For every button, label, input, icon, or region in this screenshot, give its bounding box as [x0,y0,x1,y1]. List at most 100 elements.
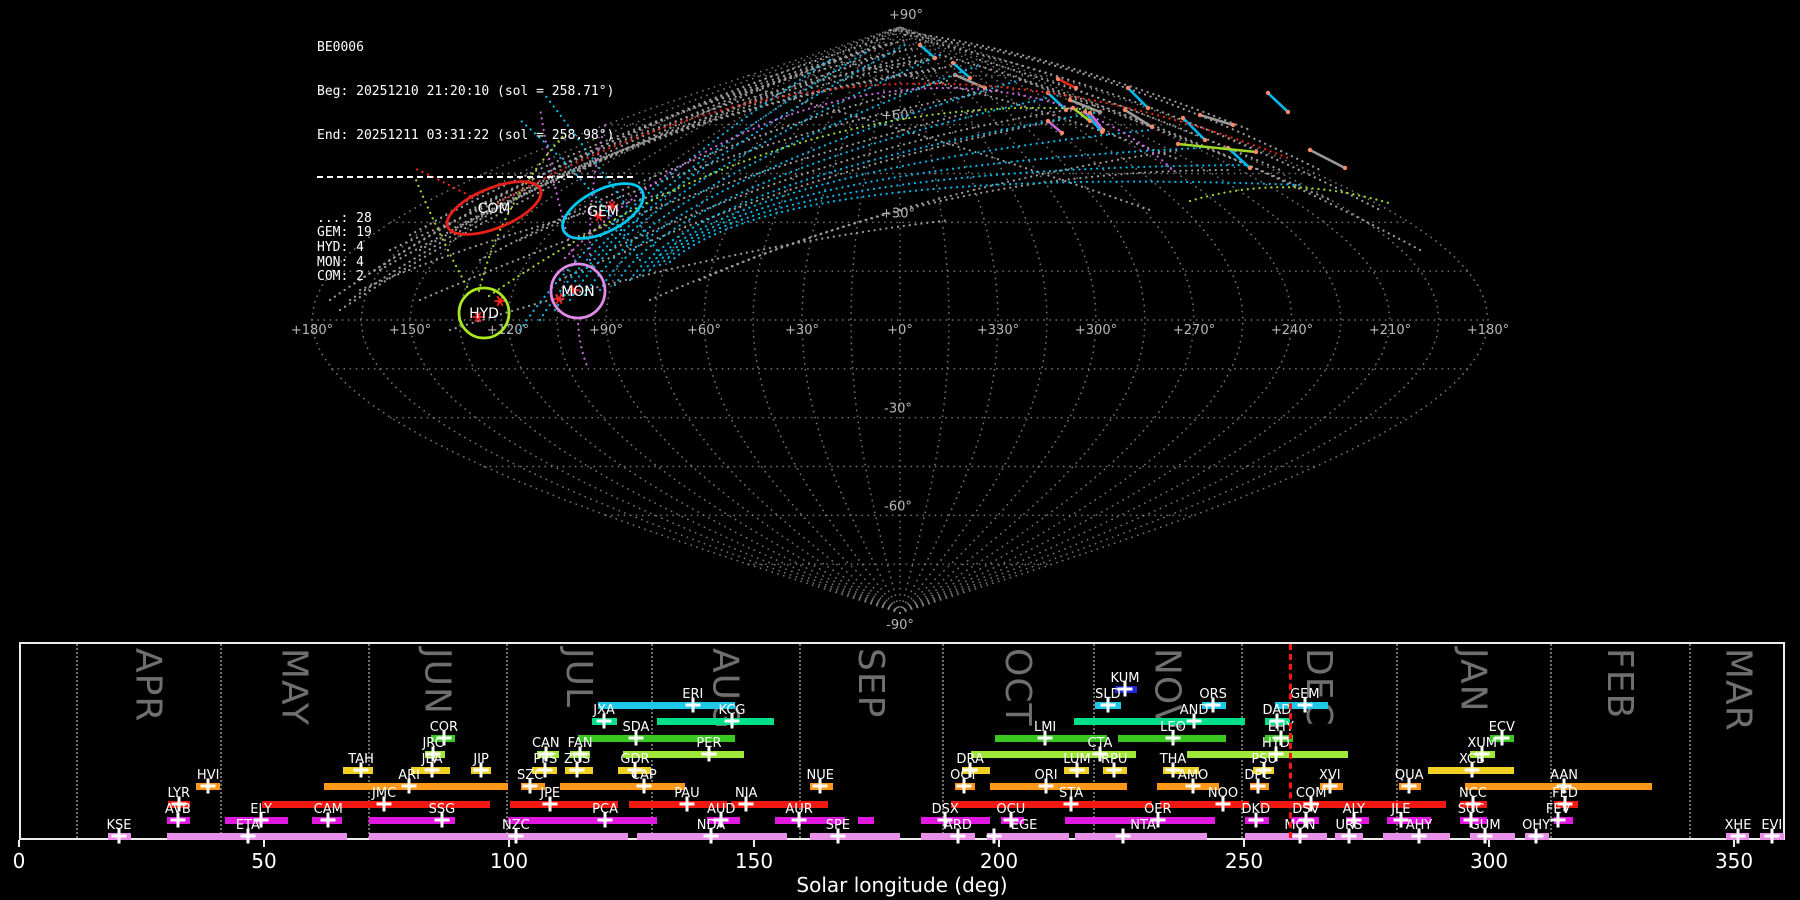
lon-label: +90° [589,323,623,338]
month-label-JUN: JUN [416,648,458,715]
shower-code-AND: AND [1179,703,1209,718]
lat-label: +30° [881,206,915,221]
shower-bar-ETA [167,832,347,840]
lon-label: +300° [1075,323,1117,338]
meteor-endpoint-dot [1082,109,1088,115]
x-tick [263,840,265,847]
separator-line [317,175,633,181]
shower-bar-SPE [809,832,901,840]
north-pole-label: +90° [889,8,923,23]
shower-code-GEM: GEM [1290,687,1320,702]
shower-code-DKD: DKD [1241,802,1271,817]
shower-code-EGE: EGE [1010,818,1038,833]
meteor-endpoint-dot [1125,85,1131,91]
meridian-line [899,26,1489,614]
meteor-endpoint-dot [1149,124,1155,130]
shower-code-FED: FED [1552,786,1578,801]
shower-code-XCB: XCB [1458,752,1485,767]
month-gridline-JUN [367,644,370,838]
month-gridline-JUL [506,644,509,838]
meteor-endpoint-dot [1202,137,1208,143]
meteor-endpoint-dot [1265,90,1271,96]
meteor-endpoint-dot [1067,97,1073,103]
radiant-label-HYD: HYD [469,306,499,322]
shower-code-CAP: CAP [630,768,657,783]
x-tick-label: 0 [12,849,26,873]
shower-code-QUA: QUA [1394,768,1424,783]
meridian-line [899,26,1097,614]
shower-code-DSV: DSV [1292,802,1320,817]
meridian-line [899,26,1244,614]
shower-code-LMI: LMI [1033,720,1057,735]
shower-count-list: ...: 28 GEM: 19 HYD: 4 MON: 4 COM: 2 [317,211,633,285]
sky-map: +180° +150° +120° +90° +60° +30° +0° +330° +300°… [291,8,1509,633]
meteor-endpoint-dot [1285,109,1291,115]
shower-code-OCU: OCU [996,802,1026,817]
shower-bar-ARD [921,832,976,840]
shower-code-COR: COR [429,720,459,735]
shower-code-JIP: JIP [473,752,489,767]
shower-bar-NOO [1159,800,1249,808]
shower-code-NUE: NUE [806,768,834,783]
shower-code-EVI: EVI [1761,818,1783,833]
shower-bar-NTA [1075,832,1207,840]
shower-code-SLD: SLD [1095,687,1121,702]
meteor-endpoint-dot [1045,118,1051,124]
shower-code-XUM: XUM [1467,736,1498,751]
shower-code-AVB: AVB [164,802,191,817]
shower-code-TAH: TAH [348,752,374,767]
shower-code-XVI: XVI [1318,768,1341,783]
month-label-JUL: JUL [558,648,600,709]
observation-info: BE0006 Beg: 20251210 21:20:10 (sol = 258… [317,12,633,299]
meteor-segment [1047,120,1063,134]
lon-label: +60° [687,323,721,338]
meteor-endpoint-dot [1253,149,1259,155]
shower-code-OHY: OHY [1522,818,1551,833]
lon-label: +0° [887,323,913,338]
shower-code-JPE: JPE [540,786,561,801]
x-tick-label: 350 [1714,849,1754,873]
x-tick-label: 100 [489,849,529,873]
shower-code-DPC: DPC [1244,768,1272,783]
x-tick [753,840,756,847]
x-tick [18,840,20,847]
month-label-MAY: MAY [273,648,315,726]
shower-code-JXA: JXA [593,703,615,718]
shower-code-PER: PER [696,736,722,751]
shower-bar-KCG [657,717,775,725]
shower-code-ECV: ECV [1488,720,1515,735]
shower-code-STA: STA [1059,786,1084,801]
shower-bar-STA [951,800,1152,808]
shower-code-HVI: HVI [196,768,220,783]
shower-code-NOO: NOO [1207,786,1239,801]
shower-code-LYR: LYR [167,786,191,801]
shower-code-URS: URS [1335,818,1363,833]
lon-label: +270° [1173,323,1215,338]
shower-code-AAN: AAN [1550,768,1578,783]
meteor-great-circle-track [658,163,1252,267]
shower-code-DAD: DAD [1262,703,1292,718]
shower-bar-NZC [368,832,629,840]
begin-time: Beg: 20251210 21:20:10 (sol = 258.71°) [317,83,615,99]
shower-code-DRA: DRA [956,752,984,767]
peak-marker-NTA [1115,828,1131,844]
shower-code-AUD: AUD [707,802,736,817]
shower-bar-CAP [560,782,685,790]
month-gridline-MAR [1688,644,1691,838]
meteor-segment [1182,117,1206,141]
shower-code-JEA: JEA [421,752,443,767]
meteor-segment [1309,148,1346,170]
meteor-endpoint-dot [1180,115,1186,121]
shower-code-RPU: RPU [1101,752,1128,767]
meteor-endpoint-dot [1175,141,1181,147]
shower-code-JMC: JMC [372,786,397,801]
shower-code-KCG: KCG [718,703,746,718]
shower-code-COM: COM [1295,786,1327,801]
meteor-endpoint-dot [1087,110,1093,116]
meteor-endpoint-dot [1070,105,1076,111]
month-label-APR: APR [127,648,169,723]
shower-code-NTA: NTA [1130,818,1156,833]
shower-code-ERI: ERI [682,687,704,702]
meteor-great-circle-track [698,168,1232,282]
meteor-endpoint-dot [1087,118,1093,124]
